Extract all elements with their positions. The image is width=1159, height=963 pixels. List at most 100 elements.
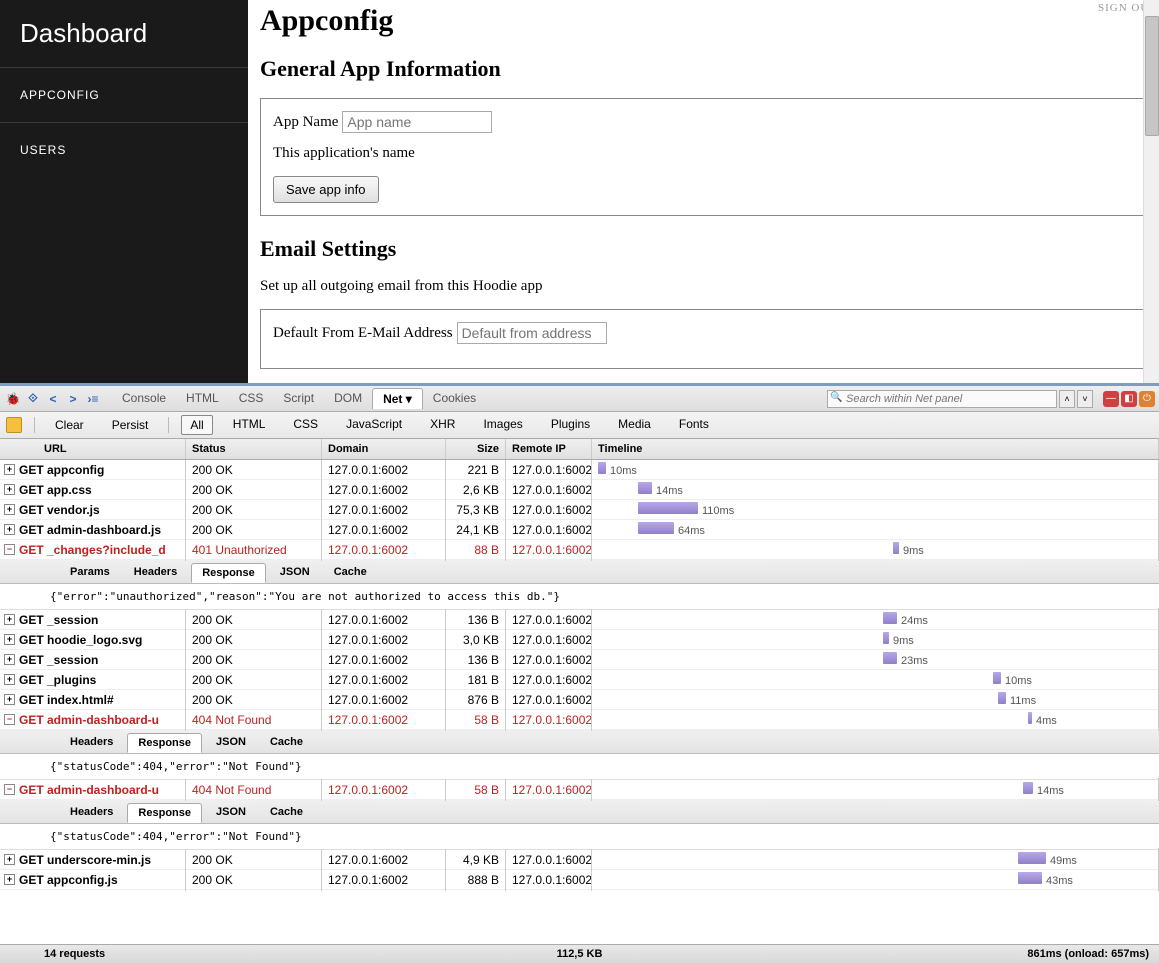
filter-javascript[interactable]: JavaScript <box>338 415 410 435</box>
net-row[interactable]: +GET app.css200 OK127.0.0.1:60022,6 KB12… <box>0 480 1159 500</box>
req-domain: 127.0.0.1:6002 <box>322 519 446 541</box>
filter-html[interactable]: HTML <box>225 415 274 435</box>
subtab-headers[interactable]: Headers <box>60 733 123 753</box>
from-input[interactable] <box>457 322 607 344</box>
net-row[interactable]: +GET _plugins200 OK127.0.0.1:6002181 B12… <box>0 670 1159 690</box>
filter-media[interactable]: Media <box>610 415 659 435</box>
search-input[interactable] <box>827 390 1057 408</box>
col-timeline[interactable]: Timeline <box>592 439 1159 459</box>
expander-icon[interactable]: + <box>4 634 15 645</box>
section-email-heading: Email Settings <box>260 236 1147 262</box>
tab-cookies[interactable]: Cookies <box>423 388 486 409</box>
subtab-json[interactable]: JSON <box>206 733 256 753</box>
subtab-cache[interactable]: Cache <box>260 733 313 753</box>
tab-html[interactable]: HTML <box>176 388 229 409</box>
sidebar-item-users[interactable]: USERS <box>0 122 248 177</box>
expander-icon[interactable]: + <box>4 874 15 885</box>
net-row[interactable]: +GET _session200 OK127.0.0.1:6002136 B12… <box>0 610 1159 630</box>
req-url: GET _plugins <box>19 673 96 687</box>
net-row[interactable]: +GET admin-dashboard.js200 OK127.0.0.1:6… <box>0 520 1159 540</box>
firebug-icon[interactable]: 🐞 <box>4 390 22 408</box>
req-domain: 127.0.0.1:6002 <box>322 869 446 891</box>
col-ip[interactable]: Remote IP <box>506 439 592 459</box>
req-url: GET app.css <box>19 483 92 497</box>
expander-icon[interactable]: + <box>4 464 15 475</box>
subtab-json[interactable]: JSON <box>270 563 320 583</box>
filter-all[interactable]: All <box>181 415 212 435</box>
expander-icon[interactable]: + <box>4 524 15 535</box>
net-table-body: +GET appconfig200 OK127.0.0.1:6002221 B1… <box>0 460 1159 944</box>
break-icon[interactable] <box>6 417 22 433</box>
scrollbar[interactable] <box>1143 0 1159 383</box>
col-domain[interactable]: Domain <box>322 439 446 459</box>
clear-button[interactable]: Clear <box>47 416 92 434</box>
net-row[interactable]: −GET admin-dashboard-u404 Not Found127.0… <box>0 780 1159 800</box>
persist-button[interactable]: Persist <box>104 416 157 434</box>
back-icon[interactable]: < <box>44 390 62 408</box>
subtab-cache[interactable]: Cache <box>324 563 377 583</box>
save-app-button[interactable]: Save app info <box>273 176 379 203</box>
detach-icon[interactable]: ◧ <box>1121 391 1137 407</box>
scroll-thumb[interactable] <box>1145 16 1159 136</box>
req-domain: 127.0.0.1:6002 <box>322 649 446 671</box>
net-row[interactable]: +GET appconfig200 OK127.0.0.1:6002221 B1… <box>0 460 1159 480</box>
filter-css[interactable]: CSS <box>285 415 326 435</box>
req-size: 181 B <box>446 669 506 691</box>
sidebar-item-appconfig[interactable]: APPCONFIG <box>0 67 248 122</box>
net-row[interactable]: +GET vendor.js200 OK127.0.0.1:600275,3 K… <box>0 500 1159 520</box>
expander-icon[interactable]: + <box>4 614 15 625</box>
subtab-json[interactable]: JSON <box>206 803 256 823</box>
req-status: 200 OK <box>186 689 322 711</box>
req-domain: 127.0.0.1:6002 <box>322 479 446 501</box>
forward-icon[interactable]: > <box>64 390 82 408</box>
subtab-response[interactable]: Response <box>127 803 202 823</box>
subtab-headers[interactable]: Headers <box>60 803 123 823</box>
col-url[interactable]: URL <box>0 439 186 459</box>
subtab-params[interactable]: Params <box>60 563 120 583</box>
search-next-icon[interactable]: ˅ <box>1077 390 1093 408</box>
req-ip: 127.0.0.1:6002 <box>506 539 592 561</box>
close-icon[interactable]: ⏻ <box>1139 391 1155 407</box>
subtab-cache[interactable]: Cache <box>260 803 313 823</box>
net-row[interactable]: +GET _session200 OK127.0.0.1:6002136 B12… <box>0 650 1159 670</box>
tab-css[interactable]: CSS <box>229 388 274 409</box>
col-size[interactable]: Size <box>446 439 506 459</box>
minimize-icon[interactable]: — <box>1103 391 1119 407</box>
search-prev-icon[interactable]: ˄ <box>1059 390 1075 408</box>
expander-icon[interactable]: + <box>4 854 15 865</box>
net-row[interactable]: +GET underscore-min.js200 OK127.0.0.1:60… <box>0 850 1159 870</box>
tab-net[interactable]: Net ▾ <box>372 388 423 409</box>
appname-label: App Name <box>273 114 338 131</box>
email-desc: Set up all outgoing email from this Hood… <box>260 278 1147 295</box>
net-row[interactable]: −GET _changes?include_d401 Unauthorized1… <box>0 540 1159 560</box>
filter-fonts[interactable]: Fonts <box>671 415 717 435</box>
expander-icon[interactable]: + <box>4 484 15 495</box>
net-row[interactable]: −GET admin-dashboard-u404 Not Found127.0… <box>0 710 1159 730</box>
net-row[interactable]: +GET appconfig.js200 OK127.0.0.1:6002888… <box>0 870 1159 890</box>
appname-input[interactable] <box>342 111 492 133</box>
filter-images[interactable]: Images <box>475 415 530 435</box>
expander-icon[interactable]: + <box>4 504 15 515</box>
tab-dom[interactable]: DOM <box>324 388 372 409</box>
inspect-icon[interactable]: ⟐ <box>24 390 42 408</box>
filter-xhr[interactable]: XHR <box>422 415 463 435</box>
expander-icon[interactable]: − <box>4 714 15 725</box>
expander-icon[interactable]: − <box>4 784 15 795</box>
expander-icon[interactable]: + <box>4 654 15 665</box>
subtab-headers[interactable]: Headers <box>124 563 187 583</box>
subtab-response[interactable]: Response <box>191 563 266 583</box>
expander-icon[interactable]: + <box>4 694 15 705</box>
console-toggle-icon[interactable]: ›≡ <box>84 390 102 408</box>
expander-icon[interactable]: − <box>4 544 15 555</box>
subtab-response[interactable]: Response <box>127 733 202 753</box>
net-row[interactable]: +GET hoodie_logo.svg200 OK127.0.0.1:6002… <box>0 630 1159 650</box>
filter-plugins[interactable]: Plugins <box>543 415 598 435</box>
req-ip: 127.0.0.1:6002 <box>506 869 592 891</box>
tab-console[interactable]: Console <box>112 388 176 409</box>
expander-icon[interactable]: + <box>4 674 15 685</box>
col-status[interactable]: Status <box>186 439 322 459</box>
tab-script[interactable]: Script <box>273 388 324 409</box>
req-domain: 127.0.0.1:6002 <box>322 499 446 521</box>
req-url: GET admin-dashboard.js <box>19 523 161 537</box>
net-row[interactable]: +GET index.html#200 OK127.0.0.1:6002876 … <box>0 690 1159 710</box>
